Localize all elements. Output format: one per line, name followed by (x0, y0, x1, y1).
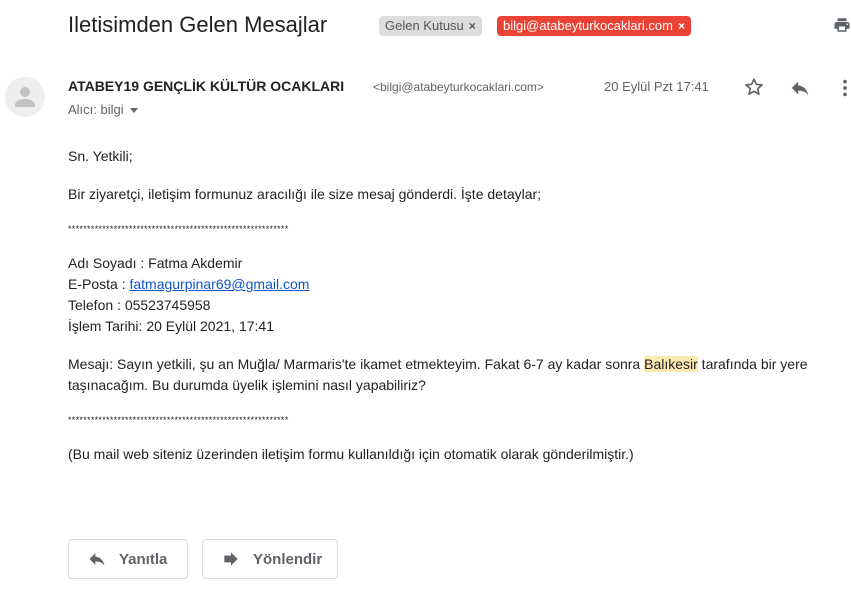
sender-email: <bilgi@atabeyturkocaklari.com> (373, 80, 544, 94)
footer-note: (Bu mail web siteniz üzerinden iletişim … (68, 446, 634, 462)
reply-arrow-icon (87, 549, 107, 569)
intro-text: Bir ziyaretçi, iletişim formunuz aracılı… (68, 186, 542, 202)
recipient-dropdown[interactable]: Alıcı: bilgi (68, 102, 138, 117)
greeting-text: Sn. Yetkili; (68, 148, 133, 164)
print-icon[interactable] (833, 16, 851, 39)
forward-button[interactable]: Yönlendir (202, 539, 338, 579)
avatar-person-icon (15, 87, 35, 107)
remove-label-icon[interactable]: × (678, 19, 685, 33)
email-link[interactable]: fatmagurpinar69@gmail.com (129, 276, 309, 292)
message-text: Mesajı: Sayın yetkili, şu an Muğla/ Marm… (68, 354, 843, 396)
label-chip-address[interactable]: bilgi@atabeyturkocaklari.com × (497, 16, 692, 36)
reply-icon[interactable] (789, 77, 811, 104)
star-icon[interactable] (743, 76, 765, 103)
separator-line: ****************************************… (68, 224, 289, 234)
phone-line: Telefon : 05523745958 (68, 297, 211, 313)
highlighted-word: Balıkesir (644, 356, 698, 372)
date-line: İşlem Tarihi: 20 Eylül 2021, 17:41 (68, 318, 274, 334)
message-part-1: Mesajı: Sayın yetkili, şu an Muğla/ Marm… (68, 356, 645, 372)
sender-name[interactable]: ATABEY19 GENÇLİK KÜLTÜR OCAKLARI (68, 78, 344, 94)
email-subject: Iletisimden Gelen Mesajlar (68, 12, 328, 37)
label-chip-inbox[interactable]: Gelen Kutusu × (379, 16, 482, 36)
reply-button[interactable]: Yanıtla (68, 539, 188, 579)
recipient-label: Alıcı: bilgi (68, 102, 124, 117)
chevron-down-icon[interactable] (129, 108, 138, 114)
remove-label-icon[interactable]: × (469, 19, 476, 33)
name-line: Adı Soyadı : Fatma Akdemir (68, 255, 243, 271)
label-chip-text: Gelen Kutusu (385, 18, 464, 33)
avatar (5, 77, 45, 117)
message-body: Sn. Yetkili; Bir ziyaretçi, iletişim for… (68, 146, 843, 465)
email-label: E-Posta : (68, 276, 130, 292)
email-date: 20 Eylül Pzt 17:41 (604, 79, 709, 94)
label-chip-text: bilgi@atabeyturkocaklari.com (503, 18, 673, 33)
email-line: E-Posta : fatmagurpinar69@gmail.com (68, 274, 843, 295)
reply-button-label: Yanıtla (119, 550, 168, 568)
forward-button-label: Yönlendir (253, 550, 323, 568)
forward-arrow-icon (221, 549, 241, 569)
more-vert-icon[interactable] (838, 77, 851, 104)
separator-line: ****************************************… (68, 415, 289, 425)
